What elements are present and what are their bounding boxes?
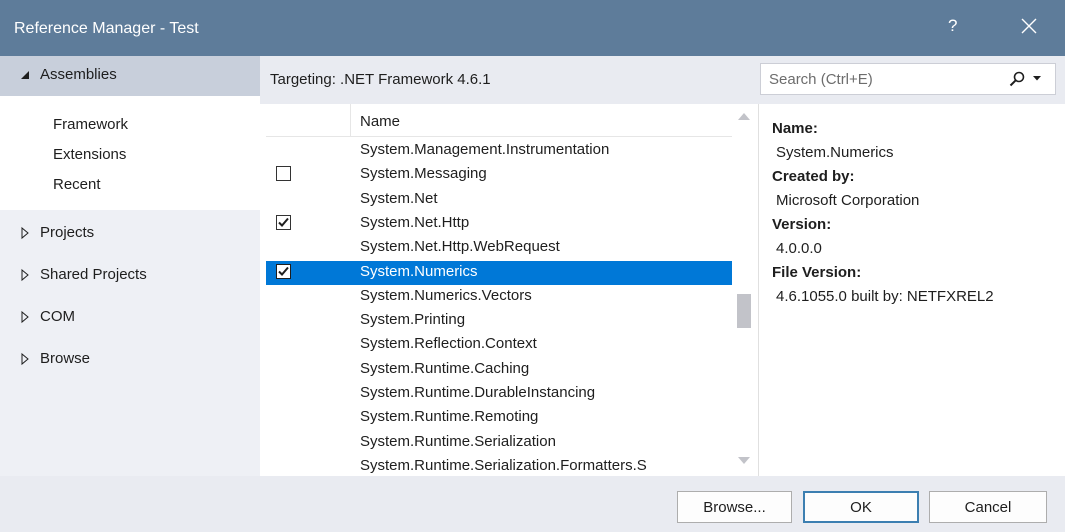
nav-item-label: Projects bbox=[40, 224, 95, 241]
nav-item-projects[interactable]: Projects bbox=[0, 214, 260, 254]
detail-file-version-label: File Version: bbox=[772, 264, 862, 281]
checkmark-icon bbox=[278, 217, 289, 227]
nav-subitem-recent[interactable]: Recent bbox=[53, 176, 101, 193]
ok-button[interactable]: OK bbox=[803, 491, 919, 523]
assembly-name: System.Management.Instrumentation bbox=[360, 141, 610, 158]
search-icon[interactable] bbox=[1009, 71, 1025, 87]
collapsed-triangle-icon bbox=[21, 268, 29, 282]
nav-item-label: COM bbox=[40, 308, 75, 325]
reference-checkbox[interactable] bbox=[276, 263, 291, 279]
targeting-label: Targeting: .NET Framework 4.6.1 bbox=[270, 71, 491, 88]
main-pane: Targeting: .NET Framework 4.6.1 Name Sys… bbox=[260, 56, 1065, 476]
list-item[interactable]: System.Numerics bbox=[266, 260, 732, 285]
list-item[interactable]: System.Printing bbox=[266, 309, 732, 333]
nav-subitem-framework[interactable]: Framework bbox=[53, 116, 128, 133]
reference-manager-dialog: Reference Manager - Test ? Assemblies Fr… bbox=[0, 0, 1065, 532]
scroll-down-arrow-icon[interactable] bbox=[738, 457, 750, 465]
list-item[interactable]: System.Runtime.Remoting bbox=[266, 406, 732, 430]
assembly-name: System.Net bbox=[360, 189, 438, 207]
list-item[interactable]: System.Runtime.DurableInstancing bbox=[266, 382, 732, 406]
detail-version-label: Version: bbox=[772, 216, 832, 233]
close-icon bbox=[1021, 18, 1037, 34]
assembly-name: System.Runtime.DurableInstancing bbox=[360, 384, 596, 401]
button-bar: Browse... OK Cancel bbox=[0, 476, 1065, 532]
nav-item-assemblies[interactable]: Assemblies bbox=[0, 56, 260, 96]
detail-name-label: Name: bbox=[772, 120, 818, 137]
assembly-name: System.Reflection.Context bbox=[360, 335, 537, 353]
list-item[interactable]: System.Numerics.Vectors bbox=[266, 285, 732, 309]
checkmark-icon bbox=[278, 266, 289, 276]
assembly-name: System.Printing bbox=[360, 311, 466, 329]
window-title: Reference Manager - Test bbox=[14, 20, 199, 37]
browse-button[interactable]: Browse... bbox=[677, 491, 792, 523]
scroll-up-arrow-icon[interactable] bbox=[738, 112, 750, 120]
scrollbar-thumb[interactable] bbox=[737, 294, 751, 328]
column-header-name[interactable]: Name bbox=[360, 113, 400, 130]
detail-name-value: System.Numerics bbox=[776, 144, 894, 161]
column-divider bbox=[350, 104, 351, 136]
assembly-name: System.Runtime.Serialization bbox=[360, 432, 556, 450]
list-header: Name bbox=[266, 104, 732, 137]
expanded-triangle-icon bbox=[21, 71, 29, 79]
cancel-button[interactable]: Cancel bbox=[929, 491, 1047, 523]
details-panel: Name: System.Numerics Created by: Micros… bbox=[758, 104, 1065, 476]
assembly-name: System.Net.Http.WebRequest bbox=[360, 238, 560, 256]
collapsed-triangle-icon bbox=[21, 352, 29, 366]
detail-version-value: 4.0.0.0 bbox=[776, 240, 822, 257]
list-item[interactable]: System.Net bbox=[266, 188, 732, 212]
assembly-name: System.Runtime.Remoting bbox=[360, 408, 539, 426]
nav-item-com[interactable]: COM bbox=[0, 298, 260, 338]
assembly-name: System.Messaging bbox=[360, 165, 487, 183]
reference-checkbox[interactable] bbox=[276, 166, 291, 182]
list-item[interactable]: System.Messaging bbox=[266, 163, 732, 187]
close-button[interactable] bbox=[1014, 11, 1044, 41]
vertical-scrollbar[interactable] bbox=[732, 104, 757, 476]
detail-file-version-value: 4.6.1055.0 built by: NETFXREL2 bbox=[776, 288, 994, 305]
chevron-down-icon[interactable] bbox=[1033, 76, 1041, 81]
nav-subitem-extensions[interactable]: Extensions bbox=[53, 146, 126, 163]
list-item[interactable]: System.Runtime.Serialization.Formatters.… bbox=[266, 455, 732, 476]
help-button[interactable]: ? bbox=[948, 16, 957, 36]
assembly-name: System.Net.Http bbox=[360, 213, 470, 231]
assembly-name: System.Numerics bbox=[360, 262, 478, 280]
assembly-name: System.Runtime.Serialization.Formatters.… bbox=[360, 456, 647, 474]
assemblies-subitems: Framework Extensions Recent bbox=[0, 96, 260, 210]
nav-item-label: Browse bbox=[40, 350, 91, 367]
navigation-pane: Assemblies Framework Extensions Recent P… bbox=[0, 56, 260, 476]
assembly-name: System.Runtime.Caching bbox=[360, 359, 530, 377]
reference-checkbox[interactable] bbox=[276, 214, 291, 230]
title-bar: Reference Manager - Test ? bbox=[0, 0, 1065, 56]
list-item[interactable]: System.Runtime.Serialization bbox=[266, 431, 732, 455]
search-input[interactable] bbox=[769, 69, 1004, 89]
list-item[interactable]: System.Management.Instrumentation bbox=[266, 139, 732, 163]
nav-item-shared-projects[interactable]: Shared Projects bbox=[0, 256, 260, 296]
nav-item-browse[interactable]: Browse bbox=[0, 340, 260, 380]
targeting-bar: Targeting: .NET Framework 4.6.1 bbox=[260, 56, 1065, 104]
list-item[interactable]: System.Net.Http.WebRequest bbox=[266, 236, 732, 260]
nav-item-label: Shared Projects bbox=[40, 266, 147, 283]
list-item[interactable]: System.Runtime.Caching bbox=[266, 358, 732, 382]
detail-created-value: Microsoft Corporation bbox=[776, 192, 920, 209]
list-item[interactable]: System.Net.Http bbox=[266, 212, 732, 236]
assembly-list: Name System.Management.Instrumentation Sy… bbox=[266, 104, 732, 476]
detail-created-label: Created by: bbox=[772, 168, 855, 185]
assembly-name: System.Numerics.Vectors bbox=[360, 286, 532, 304]
nav-item-label: Assemblies bbox=[40, 66, 117, 83]
list-item[interactable]: System.Reflection.Context bbox=[266, 333, 732, 357]
search-box[interactable] bbox=[760, 63, 1056, 95]
collapsed-triangle-icon bbox=[21, 226, 29, 240]
collapsed-triangle-icon bbox=[21, 310, 29, 324]
